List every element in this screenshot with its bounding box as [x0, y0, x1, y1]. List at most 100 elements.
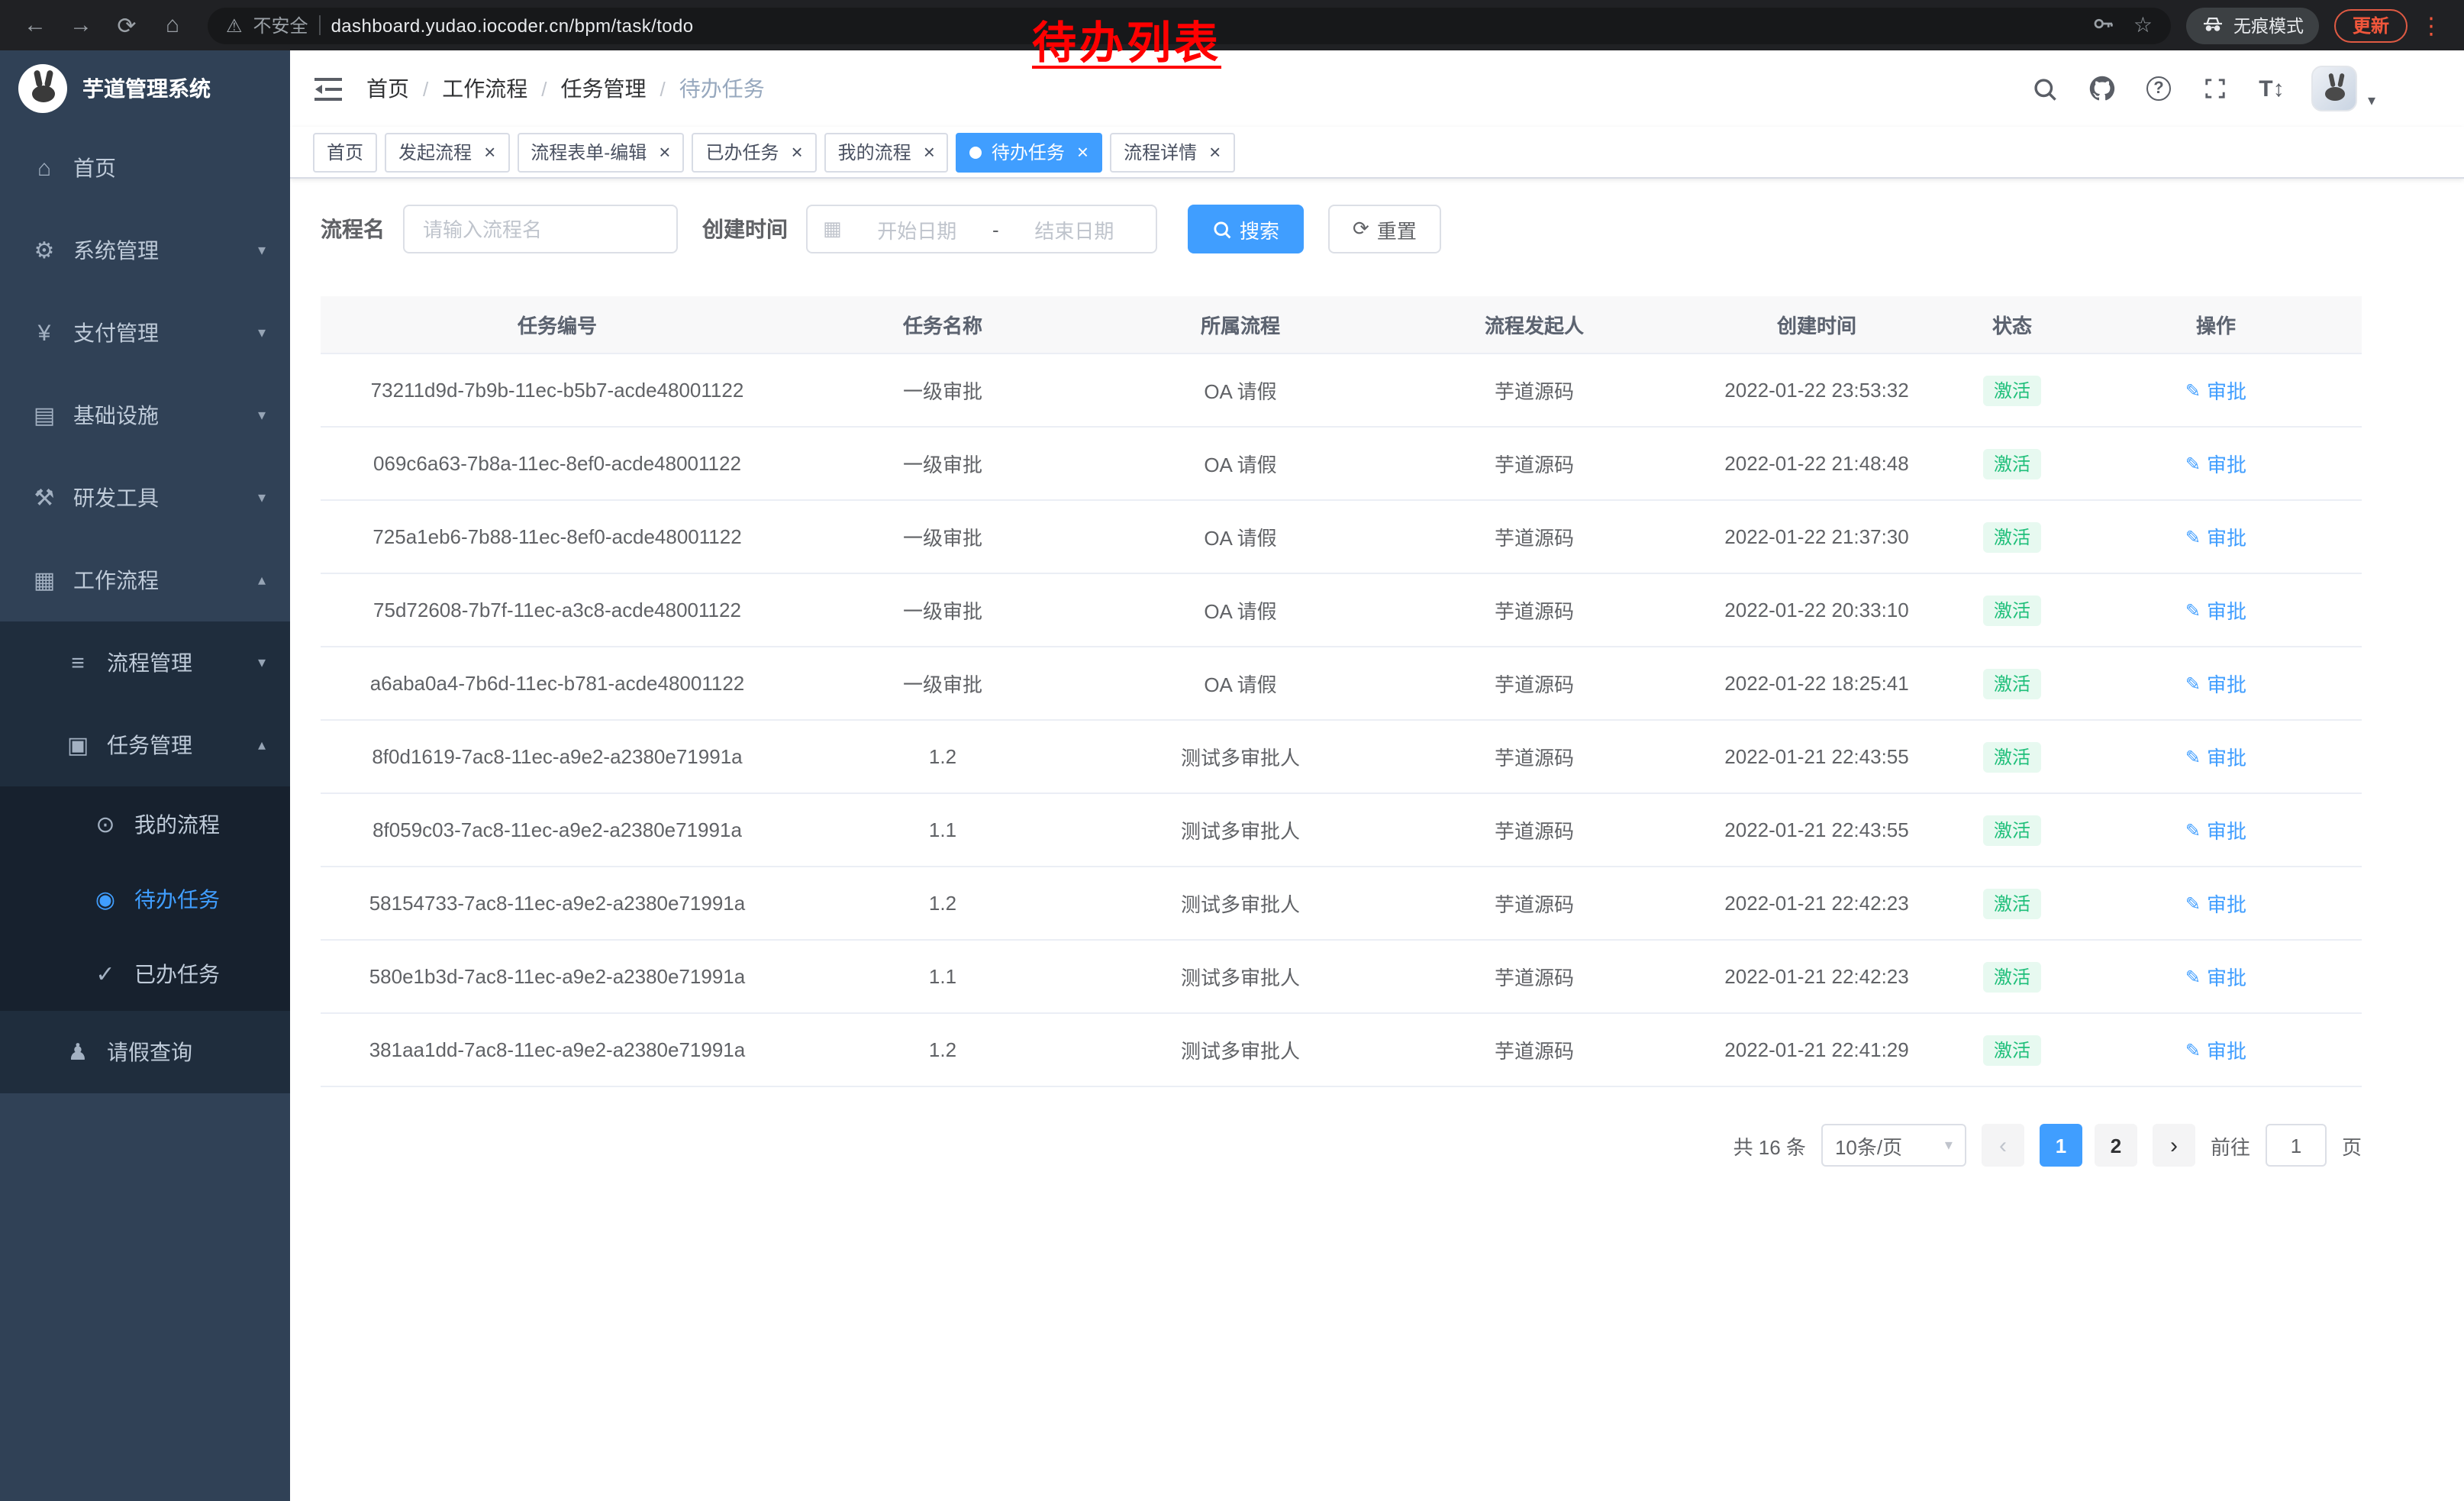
- task-name-cell: 1.2: [794, 745, 1092, 768]
- start-date-placeholder[interactable]: 开始日期: [851, 215, 983, 244]
- close-icon[interactable]: ×: [924, 142, 935, 162]
- font-size-icon[interactable]: T↕: [2255, 72, 2288, 105]
- initiator-cell: 芋道源码: [1389, 449, 1679, 478]
- close-icon[interactable]: ×: [791, 142, 802, 162]
- status-badge: 激活: [1983, 888, 2041, 918]
- sidebar-item-devtools[interactable]: ⚒ 研发工具 ▾: [0, 457, 290, 539]
- search-icon[interactable]: [2029, 72, 2062, 105]
- prev-page-button[interactable]: ‹: [1982, 1124, 2024, 1167]
- task-icon: ▣: [64, 731, 92, 759]
- created-time-cell: 2022-01-22 21:37:30: [1679, 525, 1954, 548]
- update-button[interactable]: 更新: [2334, 8, 2408, 42]
- browser-menu-icon[interactable]: ⋮: [2414, 11, 2449, 39]
- view-tab[interactable]: 待办任务 ×: [956, 132, 1102, 172]
- close-icon[interactable]: ×: [1209, 142, 1221, 162]
- view-tab[interactable]: 我的流程 ×: [824, 132, 949, 172]
- view-tab[interactable]: 首页: [313, 132, 377, 172]
- task-id-cell: 580e1b3d-7ac8-11ec-a9e2-a2380e71991a: [321, 965, 794, 988]
- bookmark-star-icon[interactable]: ☆: [2133, 12, 2153, 38]
- sidebar-collapse-icon[interactable]: [313, 73, 343, 104]
- incognito-label: 无痕模式: [2233, 13, 2304, 37]
- sidebar-item-todo-tasks[interactable]: ◉ 待办任务: [0, 861, 290, 936]
- end-date-placeholder[interactable]: 结束日期: [1008, 215, 1140, 244]
- password-key-icon[interactable]: [2092, 11, 2115, 39]
- browser-toolbar: ← → ⟳ ⌂ ⚠ 不安全 dashboard.yudao.iocoder.cn…: [0, 0, 2464, 50]
- approve-link[interactable]: ✎审批: [2185, 449, 2246, 478]
- column-header: 流程发起人: [1389, 310, 1679, 339]
- approve-link[interactable]: ✎审批: [2185, 669, 2246, 698]
- approve-link[interactable]: ✎审批: [2185, 742, 2246, 771]
- sidebar: 芋道管理系统 ⌂ 首页 ⚙ 系统管理 ▾ ¥ 支付管理 ▾ ▤ 基础设施 ▾ ⚒…: [0, 50, 290, 1501]
- page-2-button[interactable]: 2: [2095, 1124, 2137, 1167]
- view-tab[interactable]: 流程表单-编辑 ×: [517, 132, 684, 172]
- edit-icon: ✎: [2185, 893, 2201, 914]
- sidebar-item-workflow[interactable]: ▦ 工作流程 ▴: [0, 539, 290, 621]
- filter-bar: 流程名 创建时间 ▦ 开始日期 - 结束日期 搜索 ⟳ 重置: [321, 205, 2433, 253]
- created-time-cell: 2022-01-21 22:42:23: [1679, 965, 1954, 988]
- sidebar-item-leave-query[interactable]: ♟ 请假查询: [0, 1011, 290, 1093]
- user-avatar[interactable]: [2311, 66, 2357, 111]
- approve-link[interactable]: ✎审批: [2185, 962, 2246, 991]
- tabs-bar: 首页 发起流程 × 流程表单-编辑 × 已办任务 × 我的流程 × 待办任务 ×…: [290, 127, 2464, 179]
- sidebar-item-home[interactable]: ⌂ 首页: [0, 127, 290, 209]
- breadcrumb-item[interactable]: 任务管理: [561, 73, 647, 104]
- sidebar-item-my-process[interactable]: ⊙ 我的流程: [0, 786, 290, 861]
- approve-link[interactable]: ✎审批: [2185, 522, 2246, 551]
- url-text[interactable]: dashboard.yudao.iocoder.cn/bpm/task/todo: [331, 15, 694, 36]
- task-name-cell: 一级审批: [794, 376, 1092, 405]
- close-icon[interactable]: ×: [659, 142, 670, 162]
- approve-link[interactable]: ✎审批: [2185, 1035, 2246, 1064]
- sidebar-item-task-mgmt[interactable]: ▣ 任务管理 ▴: [0, 704, 290, 786]
- approve-label: 审批: [2207, 815, 2246, 844]
- reset-button[interactable]: ⟳ 重置: [1328, 205, 1441, 253]
- sidebar-item-process-mgmt[interactable]: ≡ 流程管理 ▾: [0, 621, 290, 704]
- sidebar-item-infrastructure[interactable]: ▤ 基础设施 ▾: [0, 374, 290, 457]
- github-icon[interactable]: [2085, 72, 2119, 105]
- back-icon[interactable]: ←: [15, 5, 55, 45]
- page-size-select[interactable]: 10条/页 ▾: [1821, 1124, 1966, 1167]
- sidebar-item-payment[interactable]: ¥ 支付管理 ▾: [0, 292, 290, 374]
- chevron-down-icon: ▾: [258, 242, 266, 259]
- task-id-cell: 8f059c03-7ac8-11ec-a9e2-a2380e71991a: [321, 818, 794, 841]
- tab-label: 发起流程: [398, 139, 472, 165]
- calendar-icon: ▦: [823, 217, 842, 241]
- next-page-button[interactable]: ›: [2153, 1124, 2195, 1167]
- column-header: 状态: [1954, 310, 2070, 339]
- date-range-picker[interactable]: ▦ 开始日期 - 结束日期: [806, 205, 1157, 253]
- view-tab[interactable]: 流程详情 ×: [1110, 132, 1234, 172]
- approve-link[interactable]: ✎审批: [2185, 889, 2246, 918]
- breadcrumb-separator: /: [660, 77, 666, 100]
- created-time-cell: 2022-01-22 18:25:41: [1679, 672, 1954, 695]
- forward-icon[interactable]: →: [61, 5, 101, 45]
- table-body: 73211d9d-7b9b-11ec-b5b7-acde48001122 一级审…: [321, 354, 2362, 1087]
- view-tab[interactable]: 发起流程 ×: [385, 132, 509, 172]
- view-tab[interactable]: 已办任务 ×: [692, 132, 816, 172]
- sidebar-item-done-tasks[interactable]: ✓ 已办任务: [0, 936, 290, 1011]
- content: 流程名 创建时间 ▦ 开始日期 - 结束日期 搜索 ⟳ 重置: [290, 179, 2464, 1193]
- home-icon[interactable]: ⌂: [153, 5, 192, 45]
- approve-link[interactable]: ✎审批: [2185, 596, 2246, 625]
- breadcrumb-item[interactable]: 工作流程: [442, 73, 527, 104]
- search-button[interactable]: 搜索: [1188, 205, 1304, 253]
- reload-icon[interactable]: ⟳: [107, 5, 147, 45]
- close-icon[interactable]: ×: [484, 142, 495, 162]
- avatar-shape: [2325, 87, 2345, 101]
- close-icon[interactable]: ×: [1077, 142, 1088, 162]
- breadcrumb-item[interactable]: 首页: [366, 73, 409, 104]
- goto-page-input[interactable]: [2266, 1124, 2327, 1167]
- process-name-input[interactable]: [403, 205, 678, 253]
- table-row: a6aba0a4-7b6d-11ec-b781-acde48001122 一级审…: [321, 647, 2362, 721]
- help-icon[interactable]: ?: [2142, 72, 2175, 105]
- status-badge: 激活: [1983, 668, 2041, 699]
- sidebar-item-system[interactable]: ⚙ 系统管理 ▾: [0, 209, 290, 292]
- page-suffix-label: 页: [2342, 1131, 2362, 1160]
- security-label[interactable]: 不安全: [253, 12, 308, 38]
- approve-label: 审批: [2207, 1035, 2246, 1064]
- table-header-row: 任务编号任务名称所属流程流程发起人创建时间状态操作: [321, 296, 2362, 354]
- fullscreen-icon[interactable]: [2198, 72, 2232, 105]
- approve-link[interactable]: ✎审批: [2185, 815, 2246, 844]
- page-1-button[interactable]: 1: [2040, 1124, 2082, 1167]
- user-menu-caret-icon[interactable]: ▾: [2368, 92, 2375, 109]
- approve-link[interactable]: ✎审批: [2185, 376, 2246, 405]
- app-logo-row[interactable]: 芋道管理系统: [0, 50, 290, 127]
